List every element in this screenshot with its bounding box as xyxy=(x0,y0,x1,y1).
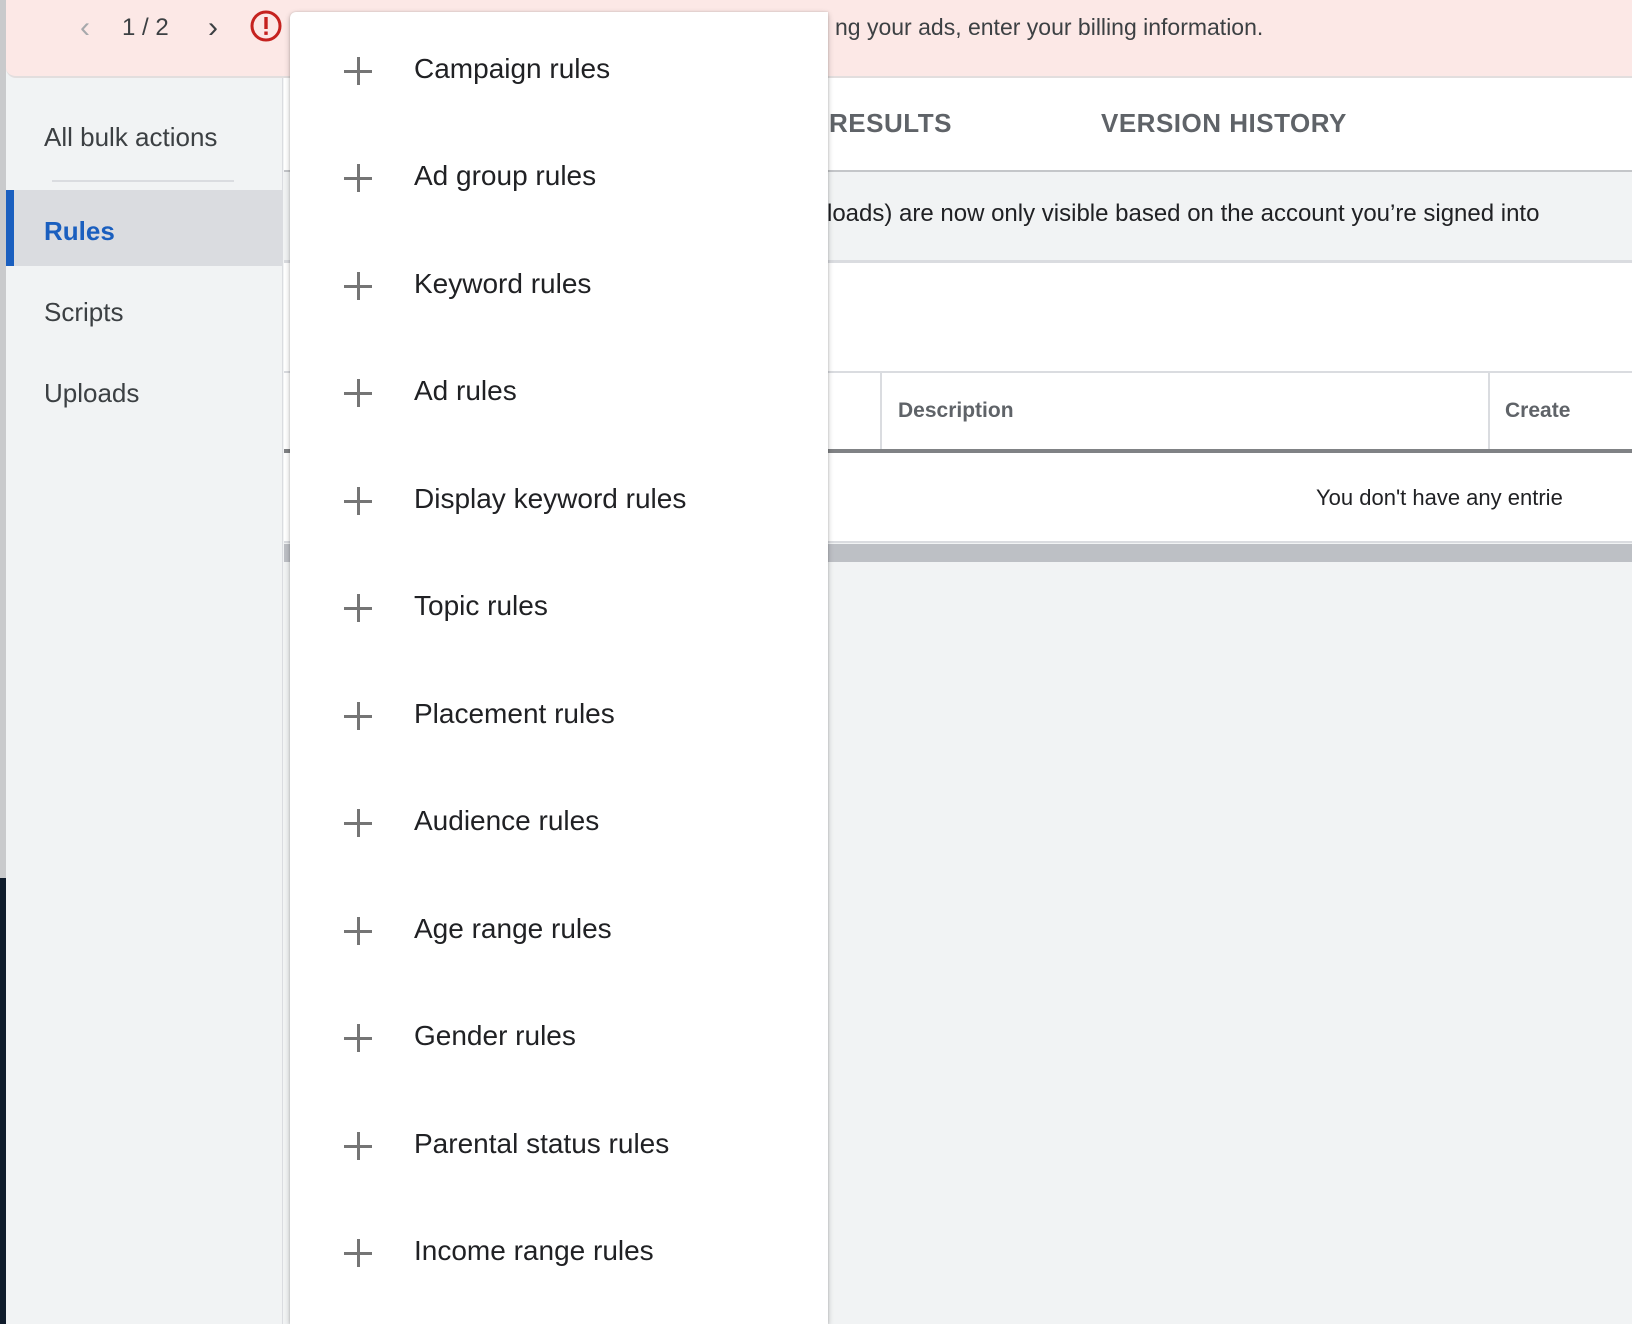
sidebar-item-scripts[interactable]: Scripts xyxy=(6,271,282,347)
menu-item-income-range-rules[interactable]: Income range rules xyxy=(290,1210,828,1317)
sidebar-item-label: Rules xyxy=(44,216,115,246)
menu-item-label: Campaign rules xyxy=(414,53,611,84)
chevron-right-icon: › xyxy=(208,11,218,44)
menu-item-label: Display keyword rules xyxy=(414,483,687,514)
plus-icon xyxy=(344,1131,374,1161)
menu-item-ad-group-rules[interactable]: Ad group rules xyxy=(290,135,828,242)
menu-item-placement-rules[interactable]: Placement rules xyxy=(290,673,828,780)
sidebar-item-uploads[interactable]: Uploads xyxy=(6,352,282,428)
sidebar-item-all-bulk-actions[interactable]: All bulk actions xyxy=(6,96,282,172)
menu-item-label: Placement rules xyxy=(414,698,615,729)
sidebar-item-label: Scripts xyxy=(44,297,124,327)
plus-icon xyxy=(344,163,374,193)
column-header-description[interactable]: Description xyxy=(898,399,1014,423)
menu-item-label: Keyword rules xyxy=(414,268,592,299)
plus-icon xyxy=(344,486,374,516)
chevron-left-icon: ‹ xyxy=(80,11,90,44)
empty-state-message: You don't have any entrie xyxy=(1316,485,1563,510)
plus-icon xyxy=(344,1238,374,1268)
column-divider xyxy=(880,373,882,449)
sidebar-item-label: All bulk actions xyxy=(44,122,218,152)
menu-item-gender-rules[interactable]: Gender rules xyxy=(290,995,828,1102)
menu-item-ad-rules[interactable]: Ad rules xyxy=(290,350,828,457)
tab-version-history[interactable]: VERSION HISTORY xyxy=(1101,108,1347,139)
plus-icon xyxy=(344,378,374,408)
column-header-created[interactable]: Create xyxy=(1505,399,1570,423)
menu-item-keyword-rules[interactable]: Keyword rules xyxy=(290,243,828,350)
tab-results[interactable]: RESULTS xyxy=(829,108,952,139)
menu-item-display-keyword-rules[interactable]: Display keyword rules xyxy=(290,458,828,565)
menu-item-label: Topic rules xyxy=(414,590,548,621)
menu-item-label: Gender rules xyxy=(414,1020,576,1051)
sidebar-nav: All bulk actions Rules Scripts Uploads xyxy=(6,78,283,1324)
plus-icon xyxy=(344,593,374,623)
menu-item-topic-rules[interactable]: Topic rules xyxy=(290,565,828,672)
menu-item-label: Ad rules xyxy=(414,375,517,406)
plus-icon xyxy=(344,916,374,946)
banner-message: ng your ads, enter your billing informat… xyxy=(835,14,1264,40)
create-rule-menu: Campaign rules Ad group rules Keyword ru… xyxy=(290,12,828,1324)
plus-icon xyxy=(344,56,374,86)
menu-item-label: Ad group rules xyxy=(414,160,597,191)
menu-item-label: Age range rules xyxy=(414,913,612,944)
column-divider xyxy=(1488,373,1490,449)
error-circle-icon xyxy=(250,10,282,42)
menu-item-parental-status-rules[interactable]: Parental status rules xyxy=(290,1103,828,1210)
plus-icon xyxy=(344,271,374,301)
sidebar-item-rules[interactable]: Rules xyxy=(6,190,282,266)
previous-alert-button[interactable]: ‹ xyxy=(70,11,100,44)
plus-icon xyxy=(344,1023,374,1053)
sidebar-item-label: Uploads xyxy=(44,378,140,408)
alert-pager-count: 1 / 2 xyxy=(122,14,169,41)
plus-icon xyxy=(344,808,374,838)
info-notice-text: loads) are now only visible based on the… xyxy=(827,200,1540,227)
menu-item-label: Audience rules xyxy=(414,805,600,836)
sidebar-divider xyxy=(52,180,234,182)
menu-item-audience-rules[interactable]: Audience rules xyxy=(290,780,828,887)
menu-item-campaign-rules[interactable]: Campaign rules xyxy=(290,28,828,135)
menu-item-label: Parental status rules xyxy=(414,1128,670,1159)
next-alert-button[interactable]: › xyxy=(198,11,228,44)
plus-icon xyxy=(344,701,374,731)
menu-item-label: Income range rules xyxy=(414,1235,654,1266)
menu-item-age-range-rules[interactable]: Age range rules xyxy=(290,888,828,995)
